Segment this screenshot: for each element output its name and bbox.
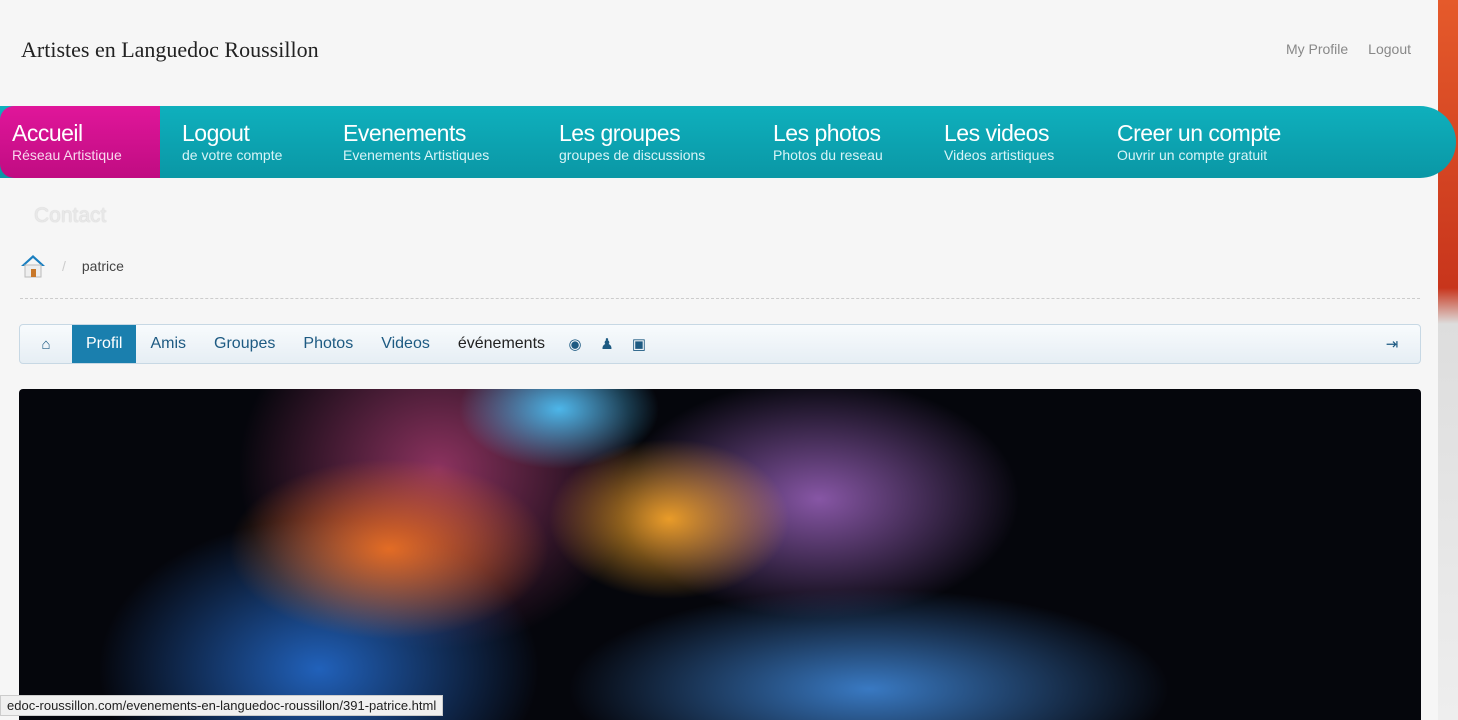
nav-logout[interactable]: Logout de votre compte [160, 106, 320, 178]
profile-subnav: ⌂ Profil Amis Groupes Photos Videos évén… [19, 324, 1421, 364]
nav-subtitle: Ouvrir un compte gratuit [1117, 147, 1268, 163]
nav-subtitle: groupes de discussions [559, 147, 706, 163]
tab-profil[interactable]: Profil [72, 325, 137, 363]
status-bar-url: edoc-roussillon.com/evenements-en-langue… [0, 695, 444, 716]
breadcrumb-current: patrice [81, 258, 124, 274]
nav-videos[interactable]: Les videos Videos artistiques [922, 106, 1095, 178]
nav-title: Les groupes [559, 120, 681, 146]
tab-photos[interactable]: Photos [289, 325, 367, 363]
nav-title: Les videos [944, 120, 1049, 146]
nav-subtitle: Photos du reseau [773, 147, 883, 163]
breadcrumb: / patrice [20, 254, 124, 278]
top-links: My Profile Logout [1286, 41, 1411, 57]
nav-title: Logout [182, 120, 250, 146]
tab-groupes[interactable]: Groupes [200, 325, 289, 363]
nav-groupes[interactable]: Les groupes groupes de discussions [536, 106, 750, 178]
messages-icon[interactable]: ▣ [623, 335, 655, 353]
tab-videos[interactable]: Videos [367, 325, 444, 363]
nav-creer-compte[interactable]: Creer un compte Ouvrir un compte gratuit [1095, 106, 1315, 178]
nav-subtitle: Videos artistiques [944, 147, 1055, 163]
logout-icon[interactable]: ⇥ [1376, 335, 1408, 353]
profile-banner-image [19, 389, 1421, 720]
home-icon[interactable]: ⌂ [20, 336, 72, 353]
contact-link[interactable]: Contact [34, 204, 106, 228]
background-decoration [1438, 0, 1458, 720]
main-nav: Accueil Réseau Artistique Logout de votre … [0, 106, 1456, 178]
nav-subtitle: de votre compte [182, 147, 283, 163]
nav-accueil[interactable]: Accueil Réseau Artistique [0, 106, 160, 178]
nav-subtitle: Evenements Artistiques [343, 147, 490, 163]
my-profile-link[interactable]: My Profile [1286, 41, 1348, 57]
divider [20, 298, 1420, 299]
nav-subtitle: Réseau Artistique [12, 147, 122, 163]
breadcrumb-separator: / [62, 258, 66, 274]
site-title: Artistes en Languedoc Roussillon [21, 37, 319, 62]
nav-title: Accueil [12, 120, 83, 146]
globe-icon[interactable]: ◉ [559, 335, 591, 353]
tab-evenements[interactable]: événements [444, 325, 559, 363]
nav-title: Evenements [343, 120, 466, 146]
home-icon[interactable] [20, 254, 46, 278]
users-icon[interactable]: ♟ [591, 335, 623, 353]
nav-photos[interactable]: Les photos Photos du reseau [750, 106, 922, 178]
nav-title: Les photos [773, 120, 881, 146]
logout-link[interactable]: Logout [1368, 41, 1411, 57]
tab-amis[interactable]: Amis [136, 325, 200, 363]
nav-evenements[interactable]: Evenements Evenements Artistiques [320, 106, 536, 178]
nav-title: Creer un compte [1117, 120, 1281, 146]
